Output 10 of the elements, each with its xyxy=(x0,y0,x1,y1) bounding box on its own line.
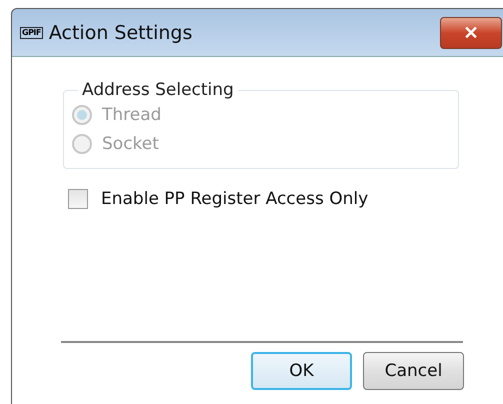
ok-button[interactable]: OK xyxy=(251,352,352,390)
radio-label: Thread xyxy=(102,104,162,124)
checkbox[interactable] xyxy=(68,189,88,209)
cancel-button[interactable]: Cancel xyxy=(363,352,464,390)
app-icon: GPIF xyxy=(20,26,43,38)
radio-label: Socket xyxy=(102,134,159,154)
checkbox-label: Enable PP Register Access Only xyxy=(101,189,368,209)
window-title: Action Settings xyxy=(48,22,192,44)
group-legend: Address Selecting xyxy=(78,80,238,100)
close-button[interactable]: ✕ xyxy=(440,16,502,48)
